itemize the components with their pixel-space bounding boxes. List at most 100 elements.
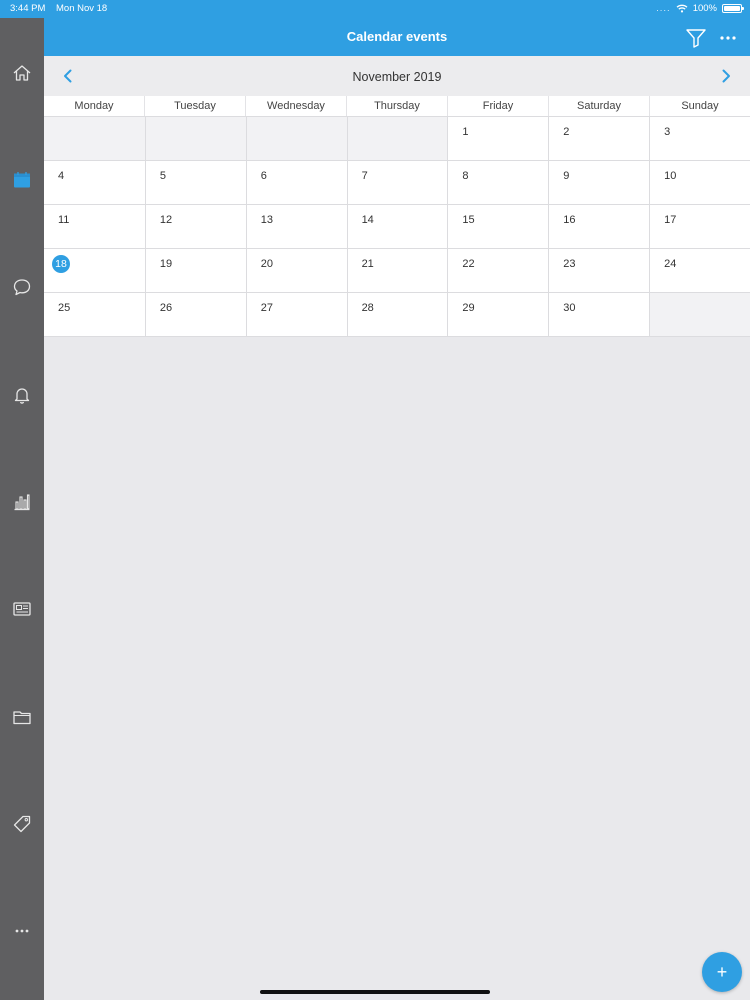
calendar-day-2[interactable]: 2 xyxy=(548,117,650,161)
calendar-day-30[interactable]: 30 xyxy=(548,293,650,337)
day-number: 6 xyxy=(260,170,267,182)
day-number: 7 xyxy=(361,170,368,182)
page-title: Calendar events xyxy=(346,29,448,44)
more-icon xyxy=(15,929,29,933)
day-number: 30 xyxy=(563,302,576,314)
calendar-day-24[interactable]: 24 xyxy=(649,249,750,293)
status-time: 3:44 PM xyxy=(10,3,46,14)
calendar-day-20[interactable]: 20 xyxy=(245,249,347,293)
sidebar-item-tags[interactable] xyxy=(8,810,36,838)
calendar-day-5[interactable]: 5 xyxy=(144,161,246,205)
day-number: 2 xyxy=(563,126,570,138)
more-options-icon[interactable] xyxy=(718,26,738,50)
calendar-day-27[interactable]: 27 xyxy=(245,293,347,337)
day-number: 12 xyxy=(159,214,173,226)
sidebar-item-stats[interactable] xyxy=(8,488,36,516)
day-number: 14 xyxy=(361,214,374,226)
newspaper-icon xyxy=(13,602,31,616)
status-bar: 3:44 PM Mon Nov 18 .... 100% xyxy=(0,0,750,18)
calendar-day-25[interactable]: 25 xyxy=(44,293,145,337)
wifi-icon xyxy=(676,4,688,13)
day-number: 18 xyxy=(52,255,70,273)
calendar-day-12[interactable]: 12 xyxy=(144,205,246,249)
calendar-day-13[interactable]: 13 xyxy=(245,205,347,249)
calendar-day-19[interactable]: 19 xyxy=(144,249,246,293)
day-number: 21 xyxy=(361,258,374,270)
calendar-day-15[interactable]: 15 xyxy=(447,205,549,249)
calendar-day-8[interactable]: 8 xyxy=(447,161,549,205)
month-label: November 2019 xyxy=(352,70,442,84)
calendar-day-28[interactable]: 28 xyxy=(346,293,448,337)
calendar-day-22[interactable]: 22 xyxy=(447,249,549,293)
calendar-cell-empty xyxy=(346,117,448,161)
weekday-friday: Friday xyxy=(447,96,548,116)
calendar-day-18[interactable]: 18 xyxy=(44,249,145,293)
calendar-day-10[interactable]: 10 xyxy=(649,161,750,205)
calendar-day-3[interactable]: 3 xyxy=(649,117,750,161)
calendar-icon xyxy=(14,172,30,188)
day-number: 19 xyxy=(159,258,173,270)
day-number: 15 xyxy=(462,214,475,226)
day-number: 23 xyxy=(563,258,576,270)
calendar-day-7[interactable]: 7 xyxy=(346,161,448,205)
calendar-day-29[interactable]: 29 xyxy=(447,293,549,337)
day-number: 26 xyxy=(159,302,173,314)
next-month-icon[interactable] xyxy=(718,68,734,84)
battery-percent: 100% xyxy=(692,3,717,14)
calendar-day-9[interactable]: 9 xyxy=(548,161,650,205)
calendar-cell-empty xyxy=(649,293,750,337)
day-number: 29 xyxy=(462,302,475,314)
calendar-cell-empty xyxy=(245,117,347,161)
sidebar-item-home[interactable] xyxy=(8,59,36,87)
day-number: 1 xyxy=(462,126,469,138)
bell-icon xyxy=(14,388,30,404)
day-number: 10 xyxy=(664,170,677,182)
day-number: 16 xyxy=(563,214,576,226)
sidebar-item-calendar[interactable] xyxy=(8,166,36,194)
day-number: 28 xyxy=(361,302,374,314)
sidebar xyxy=(0,18,44,1000)
weekday-header: Monday Tuesday Wednesday Thursday Friday… xyxy=(44,96,750,117)
chat-icon xyxy=(13,279,31,296)
calendar-day-21[interactable]: 21 xyxy=(346,249,448,293)
bar-chart-icon xyxy=(14,494,30,511)
calendar-day-26[interactable]: 26 xyxy=(144,293,246,337)
calendar-day-23[interactable]: 23 xyxy=(548,249,650,293)
sidebar-item-chat[interactable] xyxy=(8,273,36,301)
home-indicator xyxy=(260,990,490,994)
sidebar-item-more[interactable] xyxy=(8,917,36,945)
day-number: 5 xyxy=(159,170,166,182)
folder-icon xyxy=(13,711,31,725)
calendar-day-6[interactable]: 6 xyxy=(245,161,347,205)
calendar-day-14[interactable]: 14 xyxy=(346,205,448,249)
calendar-day-11[interactable]: 11 xyxy=(44,205,145,249)
day-number: 27 xyxy=(260,302,273,314)
weekday-saturday: Saturday xyxy=(548,96,649,116)
day-number: 20 xyxy=(260,258,273,270)
day-number: 22 xyxy=(462,258,475,270)
sidebar-item-documents[interactable] xyxy=(8,703,36,731)
day-number: 3 xyxy=(664,126,671,138)
add-event-button[interactable]: + xyxy=(702,952,742,992)
day-number: 4 xyxy=(58,170,65,182)
calendar-day-4[interactable]: 4 xyxy=(44,161,145,205)
day-number: 17 xyxy=(664,214,677,226)
day-number: 8 xyxy=(462,170,469,182)
sidebar-item-news[interactable] xyxy=(8,595,36,623)
calendar-day-1[interactable]: 1 xyxy=(447,117,549,161)
calendar-day-17[interactable]: 17 xyxy=(649,205,750,249)
calendar-cell-empty xyxy=(144,117,246,161)
weekday-sunday: Sunday xyxy=(649,96,750,116)
filter-icon[interactable] xyxy=(684,26,708,50)
status-right: .... 100% xyxy=(656,3,744,14)
calendar-day-16[interactable]: 16 xyxy=(548,205,650,249)
day-number: 25 xyxy=(58,302,71,314)
sidebar-item-notifications[interactable] xyxy=(8,381,36,409)
weekday-thursday: Thursday xyxy=(346,96,447,116)
weekday-tuesday: Tuesday xyxy=(144,96,245,116)
day-number: 24 xyxy=(664,258,677,270)
tag-icon xyxy=(13,815,31,833)
status-date: Mon Nov 18 xyxy=(56,3,108,14)
day-number: 13 xyxy=(260,214,273,226)
calendar-grid: 1 2 3 4 5 6 7 8 9 10 11 12 13 14 15 16 17 18 19 20 21 22 23 24 2… xyxy=(44,117,750,337)
